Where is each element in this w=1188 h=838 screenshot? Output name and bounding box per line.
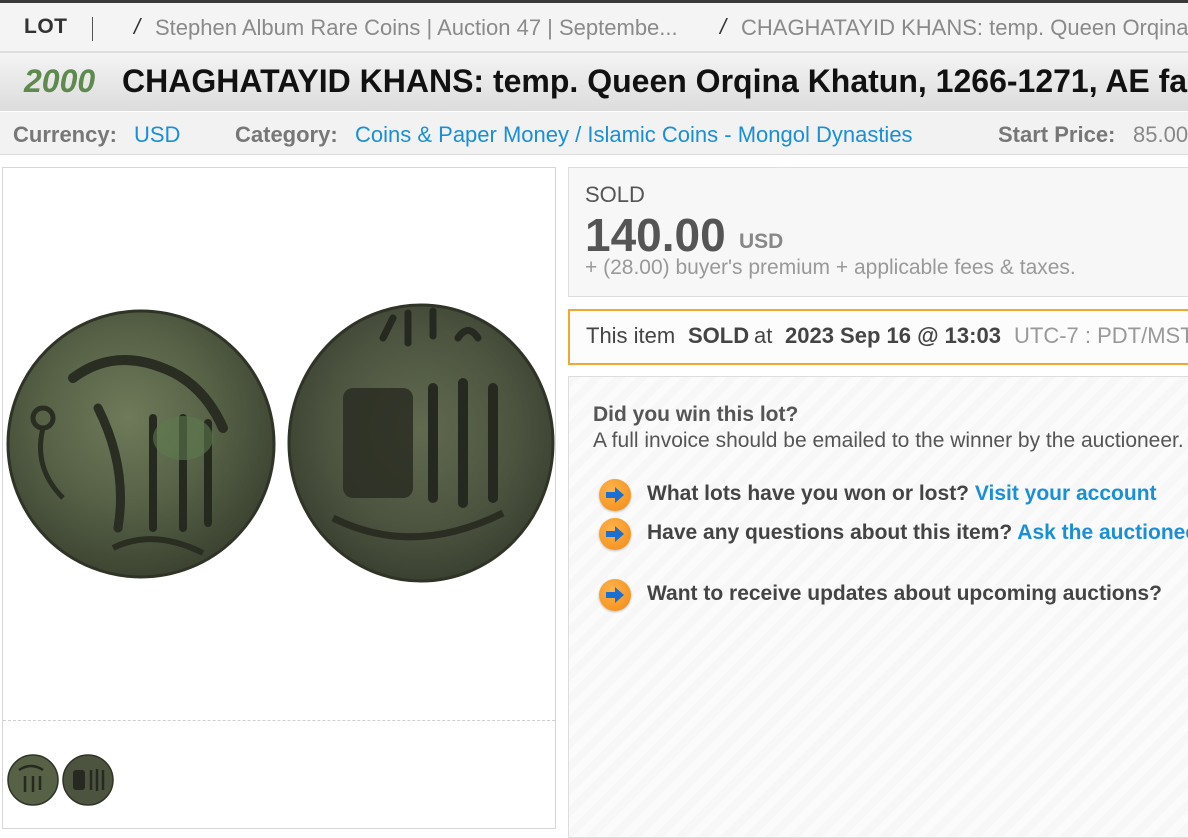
breadcrumb-current: CHAGHATAYID KHANS: temp. Queen Orqina Kh… [741, 15, 1188, 40]
lot-number: 2000 [24, 63, 96, 99]
start-price-label: Start Price: [998, 122, 1116, 147]
category-link[interactable]: Coins & Paper Money / Islamic Coins - Mo… [355, 122, 913, 148]
visit-account-link[interactable]: Visit your account [975, 482, 1157, 505]
main-coin-image[interactable] [3, 168, 555, 720]
sold-price-box: SOLD 140.00 USD + (28.00) buyer's premiu… [568, 167, 1188, 297]
thumbnail-coin-reverse[interactable] [62, 754, 114, 806]
sold-status-label: SOLD [585, 182, 645, 207]
breadcrumb: LOT / Stephen Album Rare Coins | Auction… [0, 3, 1188, 53]
notice-status: SOLD [688, 323, 750, 348]
arrow-right-circle-icon [599, 479, 631, 511]
sold-notice: This item SOLD at 2023 Sep 16 @ 13:03 UT… [568, 309, 1188, 365]
thumbnail-coin-obverse[interactable] [7, 754, 59, 806]
breadcrumb-auction-link[interactable]: Stephen Album Rare Coins | Auction 47 | … [155, 15, 678, 41]
notice-mid: at [754, 323, 773, 348]
breadcrumb-separator: / [720, 14, 727, 39]
coin-reverse [287, 303, 555, 583]
win-question: Did you win this lot? [593, 403, 799, 426]
notice-prefix: This item [586, 323, 676, 348]
question-text: Have any questions about this item? [647, 521, 1013, 544]
win-subtext: A full invoice should be emailed to the … [593, 429, 1184, 452]
winner-info-box: Did you win this lot? A full invoice sho… [568, 376, 1188, 838]
notice-datetime: 2023 Sep 16 @ 13:03 [785, 323, 1001, 348]
breadcrumb-lot-label[interactable]: LOT [24, 15, 68, 39]
question-text: What lots have you won or lost? [647, 482, 970, 505]
notice-timezone: UTC-7 : PDT/MST [1014, 323, 1188, 348]
lot-title: CHAGHATAYID KHANS: temp. Queen Orqina Kh… [122, 63, 1188, 99]
start-price-value: 85.00 [1133, 122, 1188, 147]
currency-link[interactable]: USD [134, 122, 180, 148]
category-label: Category: [235, 122, 338, 147]
image-gallery [2, 167, 556, 829]
sold-price-value: 140.00 [585, 209, 726, 261]
breadcrumb-divider [92, 17, 93, 41]
question-text: Want to receive updates about upcoming a… [647, 582, 1162, 605]
thumbnail-strip [7, 752, 117, 813]
coin-obverse [6, 309, 276, 579]
arrow-right-circle-icon [599, 579, 631, 611]
currency-label: Currency: [13, 122, 117, 147]
thumbnail-divider [3, 720, 555, 721]
breadcrumb-separator: / [134, 14, 141, 39]
lot-meta-bar: Currency: USD Category: Coins & Paper Mo… [0, 112, 1188, 155]
ask-auctioneer-link[interactable]: Ask the auctioneer [1017, 521, 1188, 544]
lot-title-bar: 2000 CHAGHATAYID KHANS: temp. Queen Orqi… [0, 53, 1188, 111]
arrow-right-circle-icon [599, 518, 631, 550]
sold-price-currency: USD [739, 230, 784, 253]
buyers-premium-text: + (28.00) buyer's premium + applicable f… [585, 256, 1076, 279]
